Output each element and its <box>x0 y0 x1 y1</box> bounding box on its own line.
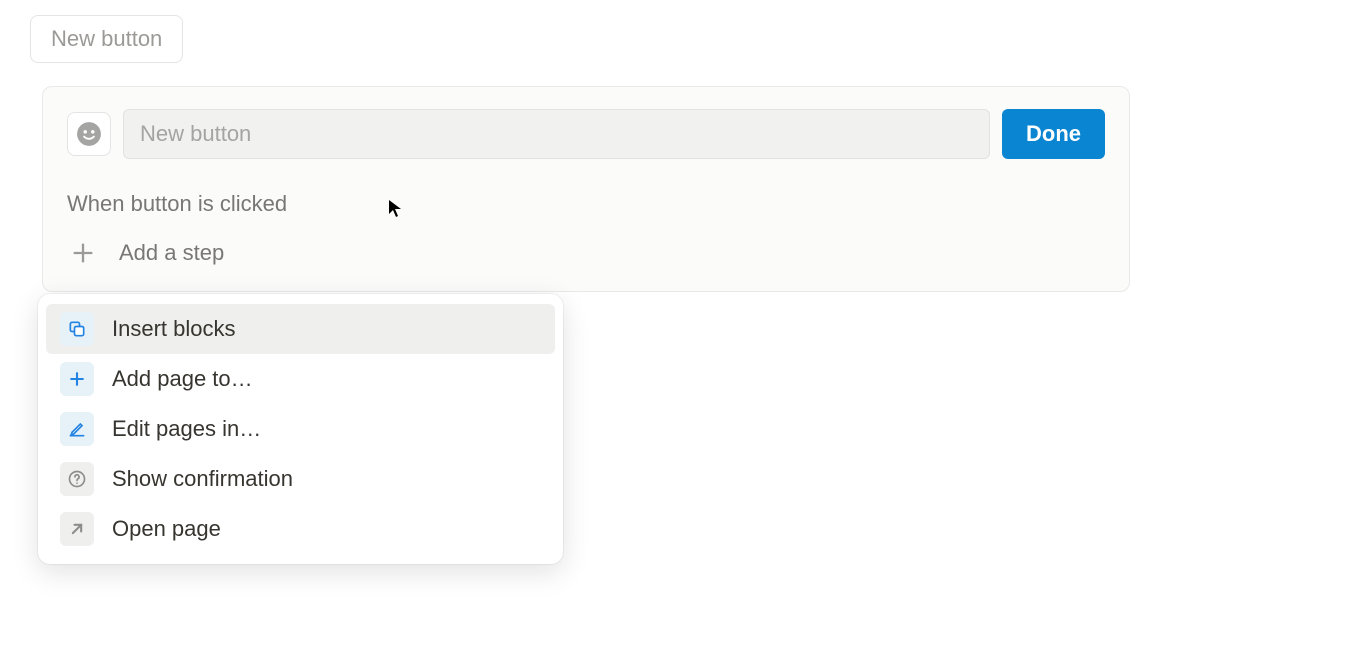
menu-item-open-page[interactable]: Open page <box>46 504 555 554</box>
emoji-picker-button[interactable] <box>67 112 111 156</box>
add-step-button[interactable]: Add a step <box>67 239 226 267</box>
menu-item-add-page-to[interactable]: Add page to… <box>46 354 555 404</box>
menu-item-insert-blocks[interactable]: Insert blocks <box>46 304 555 354</box>
menu-item-show-confirmation[interactable]: Show confirmation <box>46 454 555 504</box>
step-type-dropdown: Insert blocks Add page to… Edit pages in… <box>38 294 563 564</box>
menu-item-label: Open page <box>112 516 221 542</box>
plus-icon <box>60 362 94 396</box>
insert-blocks-icon <box>60 312 94 346</box>
edit-icon <box>60 412 94 446</box>
question-icon <box>60 462 94 496</box>
new-button-chip[interactable]: New button <box>30 15 183 63</box>
menu-item-label: Show confirmation <box>112 466 293 492</box>
plus-icon <box>69 239 97 267</box>
panel-header: Done <box>67 109 1105 159</box>
menu-item-label: Edit pages in… <box>112 416 261 442</box>
add-step-label: Add a step <box>119 240 224 266</box>
done-button[interactable]: Done <box>1002 109 1105 159</box>
open-page-icon <box>60 512 94 546</box>
menu-item-label: Insert blocks <box>112 316 236 342</box>
button-name-input[interactable] <box>123 109 990 159</box>
button-editor-panel: Done When button is clicked Add a step <box>42 86 1130 292</box>
menu-item-label: Add page to… <box>112 366 253 392</box>
smiley-icon <box>76 121 102 147</box>
menu-item-edit-pages-in[interactable]: Edit pages in… <box>46 404 555 454</box>
section-heading: When button is clicked <box>67 191 1105 217</box>
